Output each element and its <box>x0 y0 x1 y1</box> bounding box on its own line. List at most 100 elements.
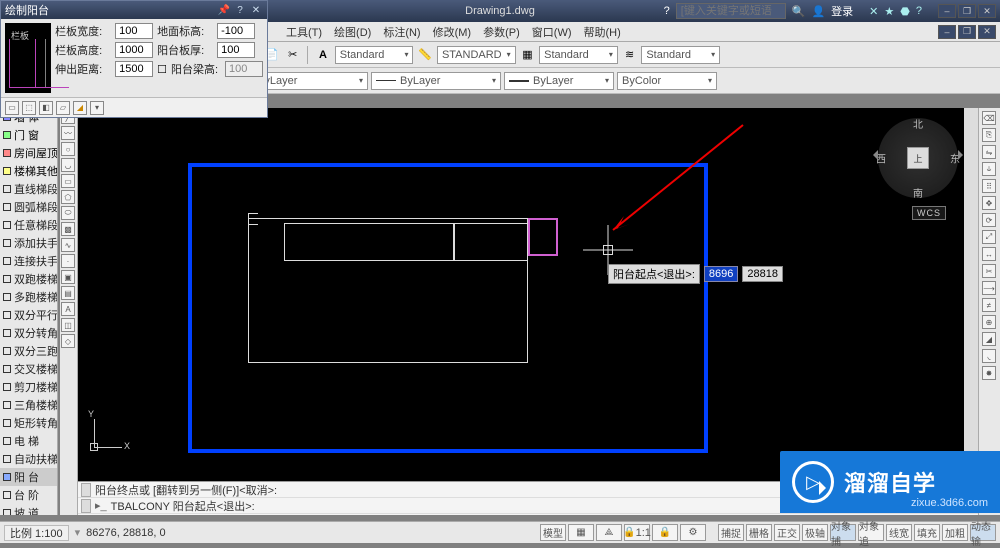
mod-copy[interactable]: ⎘ <box>982 128 996 142</box>
cat-rect-turn[interactable]: 矩形转角 <box>0 414 57 432</box>
mod-fillet[interactable]: ◟ <box>982 349 996 363</box>
chk-beam[interactable]: ☐ <box>157 63 167 76</box>
doc-close[interactable]: ✕ <box>978 25 996 39</box>
dyn-val1[interactable]: 8696 <box>704 266 738 282</box>
menu-help[interactable]: 帮助(H) <box>578 22 627 42</box>
dim-style-icon[interactable]: 📏 <box>416 45 433 65</box>
cat-line-stair[interactable]: 直线梯段 <box>0 180 57 198</box>
minimize-button[interactable]: – <box>938 4 956 18</box>
cat-ramp[interactable]: 坡 道 <box>0 504 57 515</box>
dyn-val2[interactable]: 28818 <box>742 266 783 282</box>
mod-scale[interactable]: ⤢ <box>982 230 996 244</box>
cmd-input[interactable]: TBALCONY 阳台起点<退出>: <box>111 498 255 514</box>
tool-arc[interactable]: ◡ <box>61 158 75 172</box>
cat-multi-run[interactable]: 多跑楼梯 <box>0 288 57 306</box>
drawing-area[interactable]: 阳台起点<退出>: 8696 28818 上 北 南 东 西 WCS Y X ◂… <box>78 108 978 495</box>
mod-rotate[interactable]: ⟳ <box>982 213 996 227</box>
cat-escalator[interactable]: 自动扶梯 <box>0 450 57 468</box>
tool-hatch[interactable]: ▩ <box>61 222 75 236</box>
menu-window[interactable]: 窗口(W) <box>526 22 578 42</box>
mod-offset[interactable]: ⫝ <box>982 162 996 176</box>
panel-close-icon[interactable]: ✕ <box>249 3 263 17</box>
tool-poly[interactable]: ⬠ <box>61 190 75 204</box>
inp-gnd[interactable] <box>217 23 255 39</box>
login-label[interactable]: 登录 <box>831 3 853 19</box>
inp-width[interactable] <box>115 23 153 39</box>
keyword-input[interactable] <box>676 3 786 19</box>
mod-extend[interactable]: ⟶ <box>982 281 996 295</box>
cat-add-rail[interactable]: 添加扶手 <box>0 234 57 252</box>
help-icon[interactable]: ? <box>664 5 670 17</box>
star-icon[interactable]: ★ <box>884 5 894 18</box>
cat-tri-stair[interactable]: 三角楼梯 <box>0 396 57 414</box>
tool-ellipse[interactable]: ⬭ <box>61 206 75 220</box>
mod-join[interactable]: ⊕ <box>982 315 996 329</box>
tool-block[interactable]: ▣ <box>61 270 75 284</box>
sb-annoshow[interactable]: 🔒 <box>652 524 678 541</box>
mod-mirror[interactable]: ⇋ <box>982 145 996 159</box>
globe-icon[interactable]: ⬣ <box>900 5 910 18</box>
menu-modify[interactable]: 修改(M) <box>427 22 478 42</box>
tool-region[interactable]: ◫ <box>61 318 75 332</box>
lweight-combo[interactable]: ByLayer▾ <box>504 72 614 90</box>
view-cube[interactable]: 上 北 南 东 西 <box>878 118 958 198</box>
cat-arc-stair[interactable]: 圆弧梯段 <box>0 198 57 216</box>
sb-grid[interactable]: 栅格 <box>746 524 772 541</box>
pt-shape2[interactable]: ⬚ <box>22 101 36 115</box>
status-scale[interactable]: 比例 1:100 <box>4 525 69 541</box>
close-button[interactable]: ✕ <box>978 4 996 18</box>
panel-help-icon[interactable]: ? <box>233 3 247 17</box>
mlstyle-icon[interactable]: ≋ <box>621 45 638 65</box>
cut-icon[interactable]: ✂ <box>284 45 301 65</box>
tool-text[interactable]: A <box>61 302 75 316</box>
cat-step[interactable]: 台 阶 <box>0 486 57 504</box>
menu-param[interactable]: 参数(P) <box>477 22 526 42</box>
cat-double-run[interactable]: 双跑楼梯 <box>0 270 57 288</box>
cat-balcony[interactable]: 阳 台 <box>0 468 57 486</box>
cmd-handle2[interactable] <box>81 499 91 513</box>
cube-top[interactable]: 上 <box>907 147 929 169</box>
sb-bold[interactable]: 加粗 <box>942 524 968 541</box>
mod-trim[interactable]: ✂ <box>982 264 996 278</box>
pt-shape4[interactable]: ▱ <box>56 101 70 115</box>
tablestyle-icon[interactable]: ▦ <box>519 45 536 65</box>
pt-shape3[interactable]: ◧ <box>39 101 53 115</box>
sb-dyn[interactable]: 动态输 <box>970 524 996 541</box>
sb-osnap[interactable]: 对象捕 <box>830 524 856 541</box>
textstyle-combo[interactable]: Standard▾ <box>335 46 414 64</box>
inp-height[interactable] <box>115 42 153 58</box>
maximize-button[interactable]: ❐ <box>958 4 976 18</box>
cat-elevator[interactable]: 电 梯 <box>0 432 57 450</box>
pt-shape5[interactable]: ◢ <box>73 101 87 115</box>
tool-point[interactable]: · <box>61 254 75 268</box>
exchange-icon[interactable]: ✕ <box>869 5 878 18</box>
sb-otrack[interactable]: 对象追 <box>858 524 884 541</box>
cat-any-stair[interactable]: 任意梯段 <box>0 216 57 234</box>
sb-gear-icon[interactable]: ⚙ <box>680 524 706 541</box>
tool-circle[interactable]: ○ <box>61 142 75 156</box>
text-style-icon[interactable]: A <box>314 45 331 65</box>
inp-ext[interactable] <box>115 61 153 77</box>
doc-restore[interactable]: ❐ <box>958 25 976 39</box>
login-icon[interactable]: 👤 <box>811 5 825 18</box>
cat-stair-other[interactable]: 楼梯其他 <box>0 162 57 180</box>
sb-ortho[interactable]: 正交 <box>774 524 800 541</box>
mod-explode[interactable]: ✸ <box>982 366 996 380</box>
cat-door[interactable]: 门 窗 <box>0 126 57 144</box>
cat-split-turn[interactable]: 双分转角 <box>0 324 57 342</box>
dimstyle-combo[interactable]: STANDARD▾ <box>437 46 516 64</box>
plotstyle-combo[interactable]: ByColor▾ <box>617 72 717 90</box>
sb-grid-icon[interactable]: ▦ <box>568 524 594 541</box>
sb-model[interactable]: 模型 <box>540 524 566 541</box>
cat-scissor-stair[interactable]: 剪刀楼梯 <box>0 378 57 396</box>
cat-split-parallel[interactable]: 双分平行 <box>0 306 57 324</box>
tool-boundary[interactable]: ◇ <box>61 334 75 348</box>
ltype-combo[interactable]: ByLayer▾ <box>371 72 501 90</box>
pt-shape6[interactable]: ▾ <box>90 101 104 115</box>
mod-stretch[interactable]: ↔ <box>982 247 996 261</box>
inp-thick[interactable] <box>217 42 255 58</box>
tool-pline[interactable]: 〰 <box>61 126 75 140</box>
sb-lwt[interactable]: 线宽 <box>886 524 912 541</box>
mod-move[interactable]: ✥ <box>982 196 996 210</box>
cat-cross-stair[interactable]: 交叉楼梯 <box>0 360 57 378</box>
